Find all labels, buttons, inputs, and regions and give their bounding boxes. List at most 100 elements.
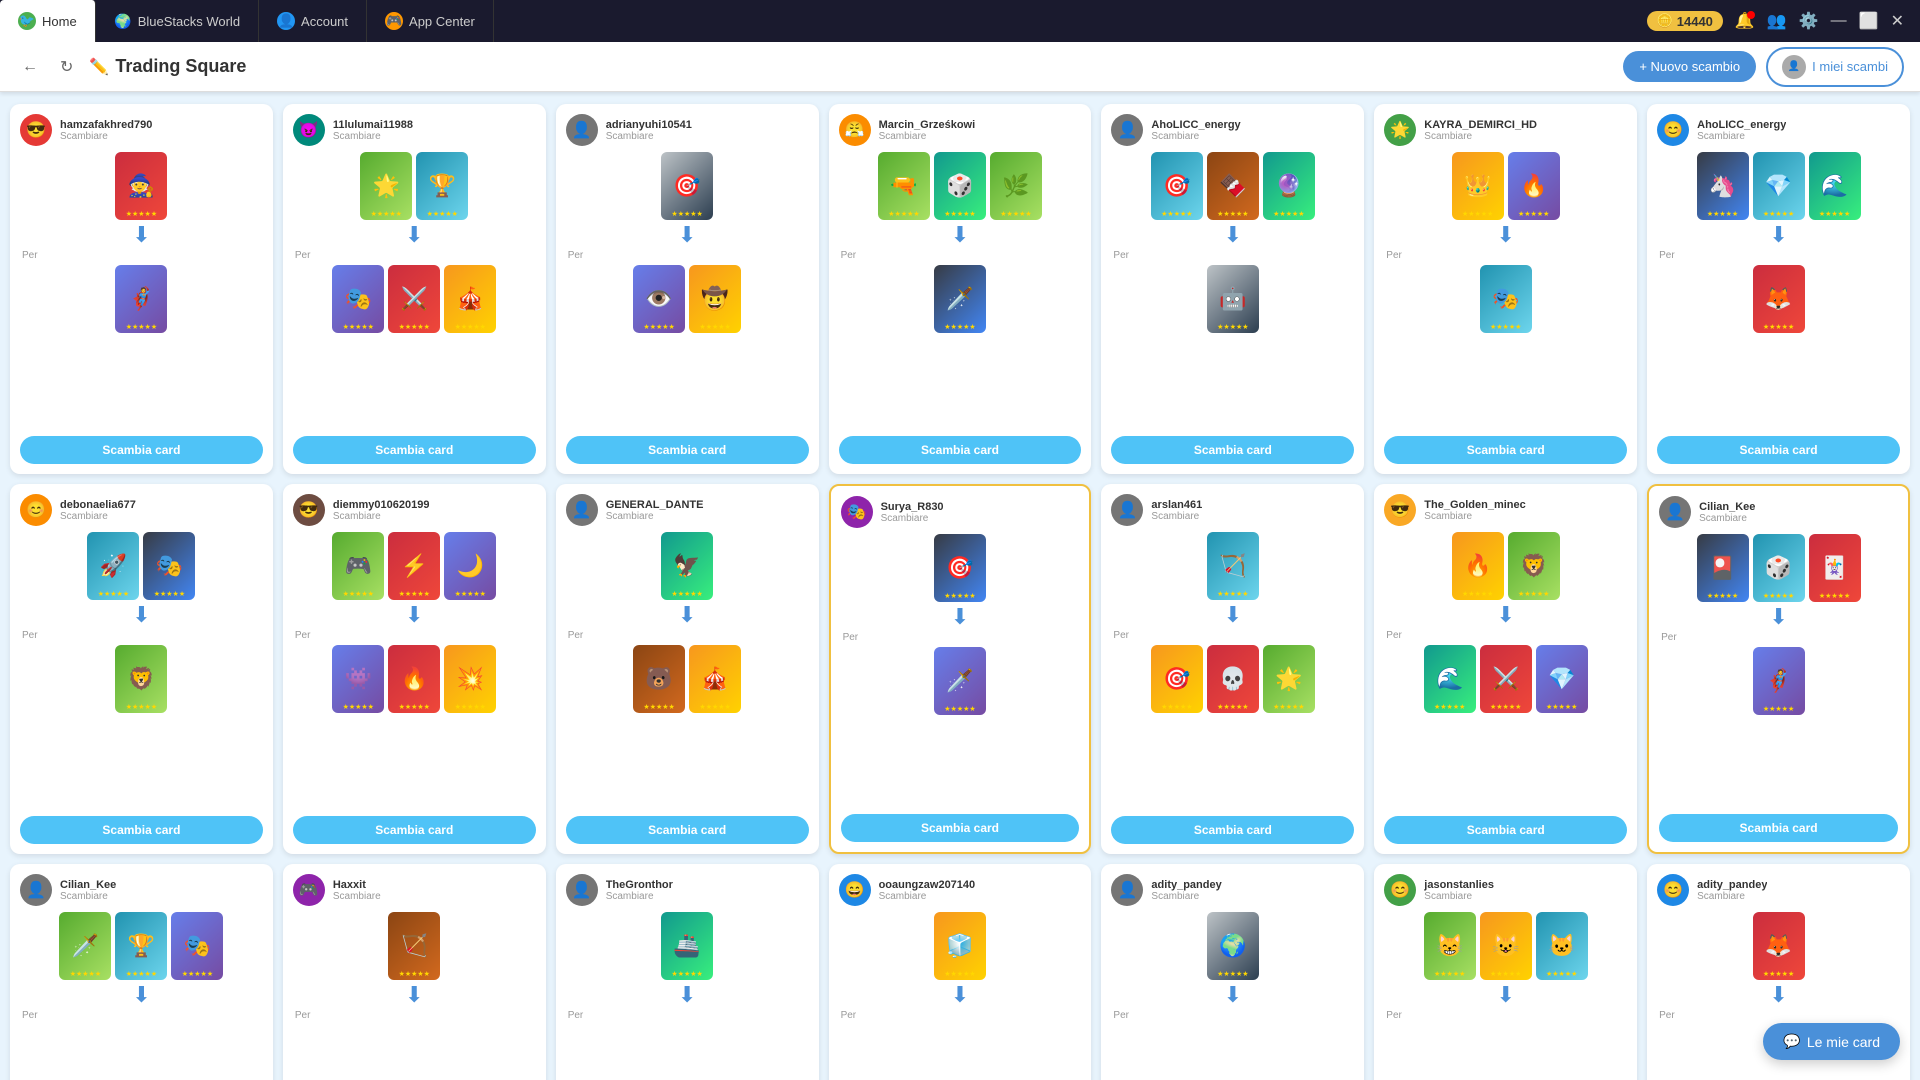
offer-card: 🌟 ★★★★★ bbox=[360, 152, 412, 220]
items-section: 🌟 ★★★★★ 🏆 ★★★★★ ⬇ Per 🎭 ★★★★★ ⚔️ ★★★★★ 🎪… bbox=[293, 152, 536, 430]
arrow-down-icon: ⬇ bbox=[678, 984, 696, 1006]
minimize-icon[interactable]: — bbox=[1831, 12, 1847, 30]
per-label: Per bbox=[1657, 1010, 1900, 1021]
offer-card: 🎯 ★★★★★ bbox=[1151, 152, 1203, 220]
world-icon: 🌍 bbox=[114, 12, 132, 30]
want-card: 🦸 ★★★★★ bbox=[1753, 647, 1805, 715]
tab-home[interactable]: 🐦 Home bbox=[0, 0, 96, 42]
offer-items-row: 🚀 ★★★★★ 🎭 ★★★★★ bbox=[87, 532, 195, 600]
card-header: 👤 arslan461 Scambiare bbox=[1111, 494, 1354, 526]
username: Cilian_Kee bbox=[60, 879, 116, 891]
offer-card: 🏆 ★★★★★ bbox=[115, 912, 167, 980]
offer-card: 🎮 ★★★★★ bbox=[332, 532, 384, 600]
card-header: 👤 adrianyuhi10541 Scambiare bbox=[566, 114, 809, 146]
le-mie-card-button[interactable]: 💬 Le mie card bbox=[1763, 1023, 1900, 1060]
username: diemmy010620199 bbox=[333, 499, 430, 511]
want-card: 🦁 ★★★★★ bbox=[115, 645, 167, 713]
i-miei-scambi-button[interactable]: 👤 I miei scambi bbox=[1766, 47, 1904, 87]
want-items-row: 🦁 ★★★★★ bbox=[115, 645, 167, 713]
tab-account[interactable]: 👤 Account bbox=[259, 0, 367, 42]
arrow-down-icon: ⬇ bbox=[1769, 224, 1787, 246]
want-card: 🤖 ★★★★★ bbox=[1207, 265, 1259, 333]
scambia-card-button[interactable]: Scambia card bbox=[566, 436, 809, 464]
scambia-card-button[interactable]: Scambia card bbox=[1657, 436, 1900, 464]
per-label: Per bbox=[566, 250, 809, 261]
tab-bluestacks-world[interactable]: 🌍 BlueStacks World bbox=[96, 0, 259, 42]
scambia-card-button[interactable]: Scambia card bbox=[1384, 436, 1627, 464]
friends-icon[interactable]: 👥 bbox=[1767, 11, 1787, 31]
want-card: 🎭 ★★★★★ bbox=[332, 265, 384, 333]
scambia-card-button[interactable]: Scambia card bbox=[293, 436, 536, 464]
nuovo-scambio-label: + Nuovo scambio bbox=[1639, 59, 1740, 74]
scambia-card-button[interactable]: Scambia card bbox=[841, 814, 1080, 842]
items-section: 🚢 ★★★★★ ⬇ Per bbox=[566, 912, 809, 1080]
want-items-row: 🗡️ ★★★★★ bbox=[934, 647, 986, 715]
offer-card: 💎 ★★★★★ bbox=[1753, 152, 1805, 220]
want-items-row: 👁️ ★★★★★ 🤠 ★★★★★ bbox=[633, 265, 741, 333]
toolbar-actions: + Nuovo scambio 👤 I miei scambi bbox=[1623, 47, 1904, 87]
offer-card: 🎭 ★★★★★ bbox=[143, 532, 195, 600]
close-icon[interactable]: ✕ bbox=[1891, 11, 1904, 31]
scambia-card-button[interactable]: Scambia card bbox=[1111, 816, 1354, 844]
items-section: 🦄 ★★★★★ 💎 ★★★★★ 🌊 ★★★★★ ⬇ Per 🦊 ★★★★★ bbox=[1657, 152, 1900, 430]
card-header: 👤 GENERAL_DANTE Scambiare bbox=[566, 494, 809, 526]
offer-card: 🌿 ★★★★★ bbox=[990, 152, 1042, 220]
settings-icon[interactable]: ⚙️ bbox=[1799, 11, 1819, 31]
scambia-card-button[interactable]: Scambia card bbox=[566, 816, 809, 844]
scambia-label: Scambiare bbox=[1424, 511, 1525, 522]
page-title-text: Trading Square bbox=[115, 56, 246, 77]
username: jasonstanlies bbox=[1424, 879, 1494, 891]
username: ooaungzaw207140 bbox=[879, 879, 976, 891]
scambia-card-button[interactable]: Scambia card bbox=[1659, 814, 1898, 842]
items-section: 🎯 ★★★★★ 🍫 ★★★★★ 🔮 ★★★★★ ⬇ Per 🤖 ★★★★★ bbox=[1111, 152, 1354, 430]
trade-card: 😄 ooaungzaw207140 Scambiare 🧊 ★★★★★ ⬇ Pe… bbox=[829, 864, 1092, 1080]
scambia-label: Scambiare bbox=[1151, 891, 1221, 902]
arrow-down-icon: ⬇ bbox=[1769, 606, 1787, 628]
scambia-label: Scambiare bbox=[1697, 131, 1786, 142]
trade-card: 🎭 Surya_R830 Scambiare 🎯 ★★★★★ ⬇ Per 🗡️ … bbox=[829, 484, 1092, 854]
scambia-label: Scambiare bbox=[606, 131, 692, 142]
user-info: Haxxit Scambiare bbox=[333, 879, 381, 902]
trade-card: 😤 Marcin_Grześkowi Scambiare 🔫 ★★★★★ 🎲 ★… bbox=[829, 104, 1092, 474]
trade-card: 👤 adrianyuhi10541 Scambiare 🎯 ★★★★★ ⬇ Pe… bbox=[556, 104, 819, 474]
refresh-button[interactable]: ↻ bbox=[54, 53, 79, 81]
restore-icon[interactable]: ⬜ bbox=[1859, 11, 1879, 31]
card-header: 😎 hamzafakhred790 Scambiare bbox=[20, 114, 263, 146]
tab-bluestacks-world-label: BlueStacks World bbox=[138, 14, 240, 29]
offer-card: ⚡ ★★★★★ bbox=[388, 532, 440, 600]
card-header: 👤 Cilian_Kee Scambiare bbox=[20, 874, 263, 906]
offer-items-row: 🔥 ★★★★★ 🦁 ★★★★★ bbox=[1452, 532, 1560, 600]
offer-card: 🔫 ★★★★★ bbox=[878, 152, 930, 220]
bluestacks-logo-icon: 🐦 bbox=[18, 12, 36, 30]
nuovo-scambio-button[interactable]: + Nuovo scambio bbox=[1623, 51, 1756, 82]
want-items-row: 🤖 ★★★★★ bbox=[1207, 265, 1259, 333]
card-header: 😎 The_Golden_minec Scambiare bbox=[1384, 494, 1627, 526]
per-label: Per bbox=[839, 250, 1082, 261]
user-avatar: 👤 bbox=[1659, 496, 1691, 528]
scambia-card-button[interactable]: Scambia card bbox=[20, 436, 263, 464]
tab-app-center[interactable]: 🎮 App Center bbox=[367, 0, 494, 42]
items-section: 😸 ★★★★★ 😺 ★★★★★ 🐱 ★★★★★ ⬇ Per bbox=[1384, 912, 1627, 1080]
scambia-label: Scambiare bbox=[60, 511, 136, 522]
offer-card: 🔥 ★★★★★ bbox=[1452, 532, 1504, 600]
want-items-row: 🦸 ★★★★★ bbox=[115, 265, 167, 333]
scambia-card-button[interactable]: Scambia card bbox=[1384, 816, 1627, 844]
coin-count: 14440 bbox=[1677, 14, 1713, 29]
scambia-label: Scambiare bbox=[1151, 131, 1240, 142]
scambia-card-button[interactable]: Scambia card bbox=[20, 816, 263, 844]
scambia-label: Scambiare bbox=[1697, 891, 1767, 902]
user-avatar: 👤 bbox=[1111, 874, 1143, 906]
scambia-card-button[interactable]: Scambia card bbox=[839, 436, 1082, 464]
offer-items-row: 🧙 ★★★★★ bbox=[115, 152, 167, 220]
offer-card: 🎯 ★★★★★ bbox=[934, 534, 986, 602]
offer-items-row: 🔫 ★★★★★ 🎲 ★★★★★ 🌿 ★★★★★ bbox=[878, 152, 1042, 220]
scambia-card-button[interactable]: Scambia card bbox=[293, 816, 536, 844]
scambia-card-button[interactable]: Scambia card bbox=[1111, 436, 1354, 464]
back-button[interactable]: ← bbox=[16, 54, 44, 80]
items-section: 🎯 ★★★★★ ⬇ Per 👁️ ★★★★★ 🤠 ★★★★★ bbox=[566, 152, 809, 430]
want-items-row: 🌊 ★★★★★ ⚔️ ★★★★★ 💎 ★★★★★ bbox=[1424, 645, 1588, 713]
tab-account-label: Account bbox=[301, 14, 348, 29]
username: hamzafakhred790 bbox=[60, 119, 152, 131]
user-avatar: 👤 bbox=[566, 874, 598, 906]
offer-items-row: 🌍 ★★★★★ bbox=[1207, 912, 1259, 980]
